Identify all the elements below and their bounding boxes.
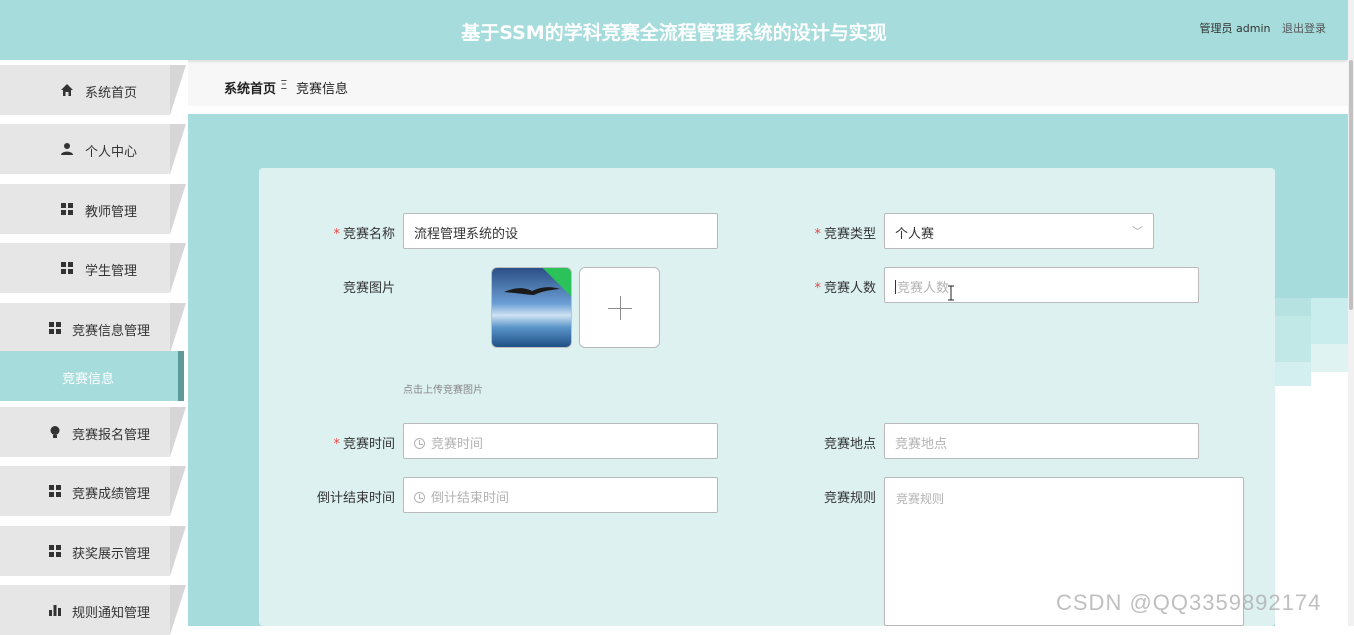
competition-time-picker[interactable]: 竞赛时间: [403, 423, 718, 459]
sidebar-item-label: 获奖展示管理: [72, 547, 151, 562]
competition-type-value: 个人赛: [895, 227, 935, 242]
name-label: * 竞赛名称: [333, 227, 395, 242]
sidebar-item-home[interactable]: 系统首页: [0, 65, 186, 115]
type-label: * 竞赛类型: [814, 227, 876, 242]
competition-type-select[interactable]: 个人赛 ﹀: [884, 213, 1154, 249]
competition-name-input[interactable]: 流程管理系统的设: [403, 213, 718, 249]
grid-icon: [61, 262, 73, 274]
sidebar-item-label: 竞赛成绩管理: [72, 487, 151, 502]
end-time-label: 倒计结束时间: [316, 491, 395, 506]
clock-icon: [414, 492, 425, 503]
sidebar-item-label: 规则通知管理: [72, 606, 151, 621]
watermark: CSDN @QQ3359892174: [1056, 590, 1322, 615]
grid-icon: [49, 485, 61, 497]
sidebar-item-students[interactable]: 学生管理: [0, 243, 186, 293]
uploaded-image-thumbnail[interactable]: [491, 267, 572, 348]
breadcrumb-separator: Ξ: [280, 78, 288, 92]
home-icon: [61, 84, 73, 96]
count-placeholder: 竞赛人数: [897, 281, 950, 296]
image-upload-button[interactable]: [579, 267, 660, 348]
eagle-image: [504, 287, 560, 295]
clock-icon: [414, 438, 425, 449]
bar-chart-icon: [49, 605, 61, 616]
sidebar-item-profile[interactable]: 个人中心: [0, 124, 186, 174]
sidebar-item-scores[interactable]: 竞赛成绩管理: [0, 466, 186, 516]
sidebar-item-label: 个人中心: [85, 145, 138, 160]
breadcrumb-home[interactable]: 系统首页: [224, 78, 276, 97]
competition-place-input[interactable]: 竞赛地点: [884, 423, 1199, 459]
rules-label: 竞赛规则: [823, 491, 876, 506]
grid-icon: [49, 322, 61, 334]
scrollbar-thumb[interactable]: [1349, 60, 1353, 310]
sidebar-item-label: 系统首页: [85, 86, 138, 101]
place-label: 竞赛地点: [823, 437, 876, 452]
bulb-icon: [50, 426, 60, 438]
top-header: 基于SSM的学科竞赛全流程管理系统的设计与实现 管理员 admin 退出登录: [0, 0, 1348, 60]
sidebar: 系统首页 个人中心 教师管理 学生管理 竞赛信息管理 竞赛信息 竞赛报名管理 竞…: [0, 60, 188, 635]
end-time-placeholder: 倒计结束时间: [431, 491, 510, 506]
sidebar-item-label: 教师管理: [85, 205, 138, 220]
participant-count-input[interactable]: 竞赛人数: [884, 267, 1199, 303]
background-decoration: [1275, 298, 1311, 316]
sidebar-item-label: 学生管理: [85, 264, 138, 279]
background-decoration: [1311, 298, 1348, 344]
user-area: 管理员 admin 退出登录: [1192, 20, 1326, 36]
chevron-down-icon: ﹀: [1132, 225, 1143, 238]
background-decoration: [1275, 316, 1311, 362]
logout-link[interactable]: 退出登录: [1282, 22, 1326, 35]
grid-icon: [61, 203, 73, 215]
text-cursor-icon: [948, 285, 954, 301]
sidebar-item-awards[interactable]: 获奖展示管理: [0, 526, 186, 576]
page-scrollbar[interactable]: [1348, 0, 1354, 626]
upload-hint: 点击上传竞赛图片: [403, 385, 483, 396]
image-label: 竞赛图片: [342, 281, 395, 296]
sidebar-item-label: 竞赛报名管理: [72, 428, 151, 443]
sidebar-item-label: 竞赛信息: [62, 372, 115, 387]
sidebar-item-rules-notice[interactable]: 规则通知管理: [0, 585, 186, 635]
sidebar-subitem-competition-info[interactable]: 竞赛信息: [0, 351, 186, 401]
time-placeholder: 竞赛时间: [431, 437, 484, 452]
time-label: * 竞赛时间: [333, 437, 395, 452]
sidebar-item-teachers[interactable]: 教师管理: [0, 184, 186, 234]
breadcrumb-current: 竞赛信息: [296, 82, 349, 97]
user-label: 管理员 admin: [1199, 22, 1271, 35]
breadcrumb: 系统首页 Ξ 竞赛信息: [188, 64, 1348, 106]
background-decoration: [1275, 362, 1311, 386]
app-title: 基于SSM的学科竞赛全流程管理系统的设计与实现: [461, 22, 887, 44]
sidebar-item-competition-info-manage[interactable]: 竞赛信息管理: [0, 303, 186, 353]
background-decoration: [1311, 344, 1348, 372]
sidebar-item-registration[interactable]: 竞赛报名管理: [0, 407, 186, 457]
grid-icon: [49, 545, 61, 557]
sidebar-item-label: 竞赛信息管理: [72, 324, 151, 339]
countdown-end-time-picker[interactable]: 倒计结束时间: [403, 477, 718, 513]
user-icon: [61, 143, 73, 155]
count-label: * 竞赛人数: [814, 281, 876, 296]
